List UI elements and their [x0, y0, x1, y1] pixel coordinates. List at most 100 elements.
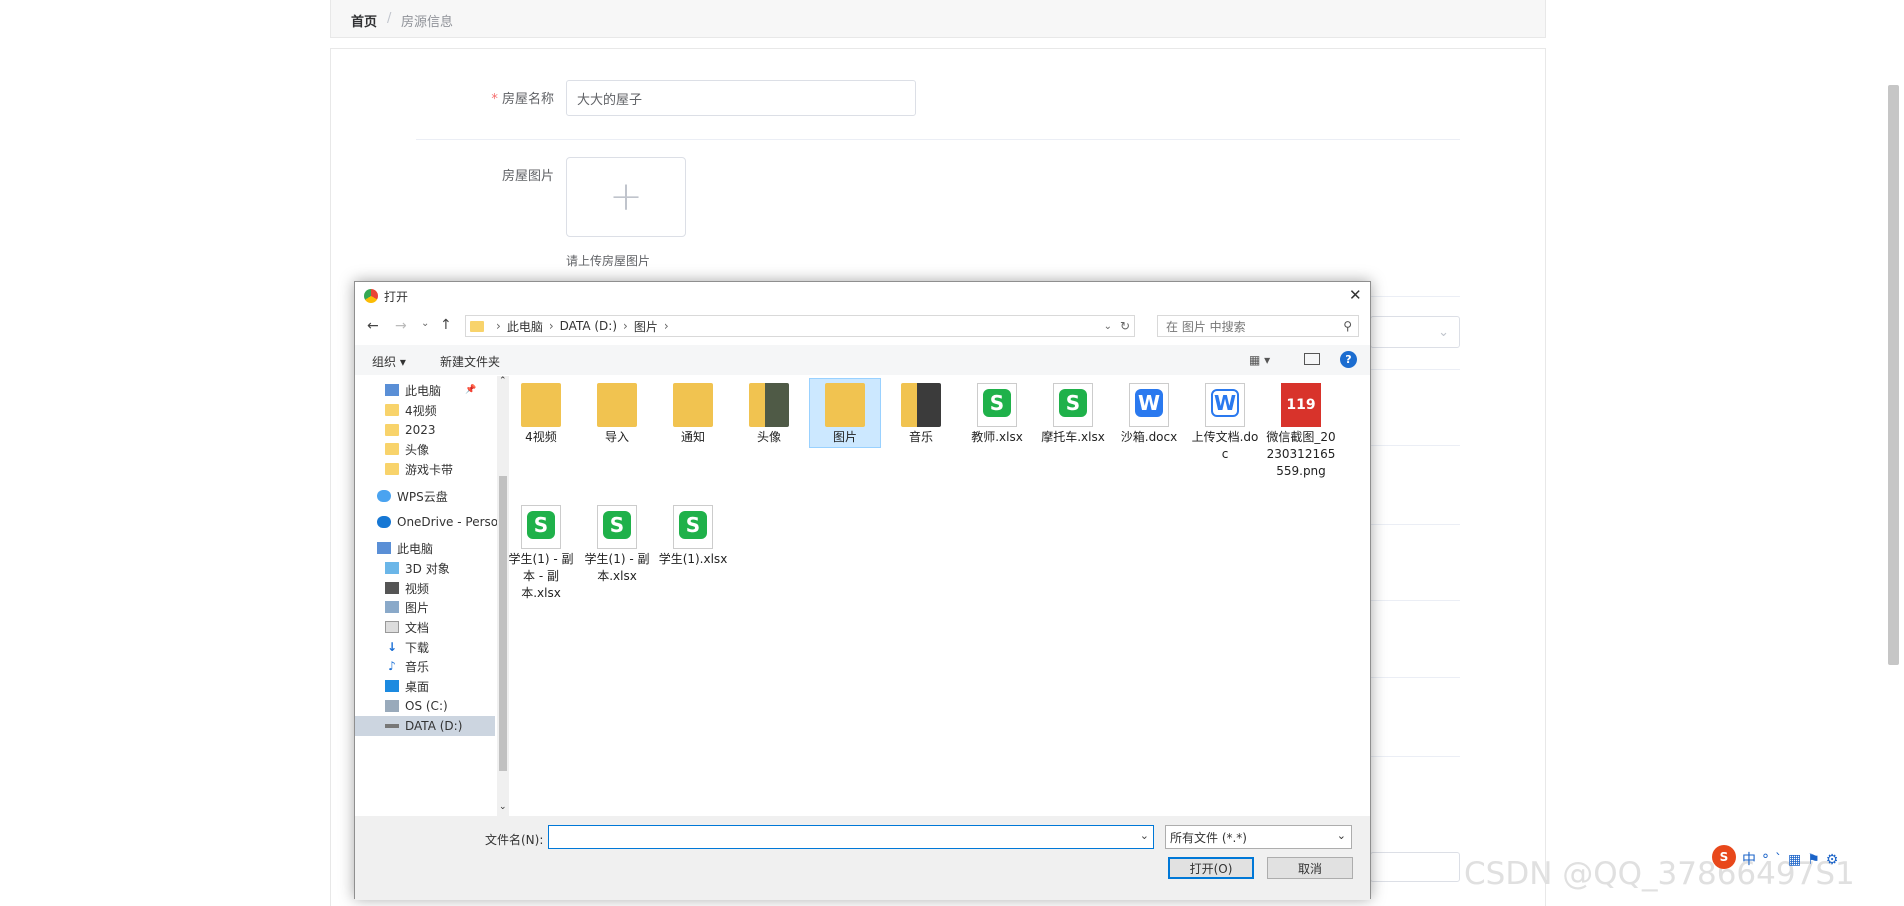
- xlsx-icon: S: [977, 383, 1017, 427]
- folder-icon: [749, 383, 789, 427]
- nav-item-pictures[interactable]: 图片: [385, 597, 429, 617]
- doc-icon: W: [1205, 383, 1245, 427]
- sogou-ime-icon[interactable]: S: [1712, 845, 1736, 869]
- path-segment[interactable]: 图片: [634, 318, 658, 335]
- nav-item-folder[interactable]: 4视频: [385, 400, 437, 420]
- breadcrumb-current: 房源信息: [401, 15, 454, 30]
- folder-icon: [385, 463, 399, 475]
- filename-dropdown-icon[interactable]: ⌄: [1140, 829, 1149, 842]
- filename-input[interactable]: ⌄: [548, 825, 1154, 849]
- file-item-xlsx[interactable]: S 摩托车.xlsx: [1037, 379, 1109, 446]
- bottom-input[interactable]: [1370, 852, 1460, 882]
- nav-item-videos[interactable]: 视频: [385, 578, 429, 598]
- file-item-xlsx[interactable]: S 学生(1) - 副本.xlsx: [581, 501, 653, 585]
- form-divider: [416, 139, 1460, 140]
- folder-icon: [825, 383, 865, 427]
- folder-icon: [597, 383, 637, 427]
- file-item-folder[interactable]: 通知: [657, 379, 729, 446]
- path-segment[interactable]: DATA (D:): [560, 319, 617, 333]
- file-item-xlsx[interactable]: S 教师.xlsx: [961, 379, 1033, 446]
- nav-item-drive-d[interactable]: DATA (D:): [355, 716, 495, 736]
- nav-item-this-pc[interactable]: 此电脑: [377, 538, 433, 558]
- pc-icon: [377, 542, 391, 554]
- xlsx-icon: S: [597, 505, 637, 549]
- file-item-xlsx[interactable]: S 学生(1).xlsx: [657, 501, 729, 568]
- search-icon: ⚲: [1343, 319, 1352, 333]
- folder-icon: [521, 383, 561, 427]
- drive-icon: [385, 724, 399, 728]
- path-dropdown-icon[interactable]: ⌄: [1104, 321, 1112, 332]
- dialog-titlebar[interactable]: 打开 ✕: [355, 282, 1370, 310]
- nav-item-wps-cloud[interactable]: WPS云盘: [377, 486, 448, 506]
- help-icon[interactable]: ?: [1340, 351, 1357, 368]
- select-chevron-icon[interactable]: ⌄: [1370, 316, 1460, 348]
- address-bar[interactable]: › 此电脑 › DATA (D:) › 图片 › ⌄ ↻: [465, 315, 1135, 337]
- nav-item-3d-objects[interactable]: 3D 对象: [385, 558, 450, 578]
- close-icon[interactable]: ✕: [1349, 286, 1362, 304]
- pin-icon: 📌: [465, 385, 477, 395]
- folder-icon: [385, 424, 399, 436]
- organize-menu[interactable]: 组织 ▾: [372, 353, 406, 370]
- nav-item-this-pc[interactable]: 此电脑 📌: [385, 380, 476, 400]
- path-segment[interactable]: 此电脑: [507, 318, 543, 335]
- file-item-docx[interactable]: W 沙箱.docx: [1113, 379, 1185, 446]
- nav-item-drive-c[interactable]: OS (C:): [385, 696, 448, 716]
- nav-item-music[interactable]: ♪ 音乐: [385, 656, 429, 676]
- filename-label: 文件名(N):: [485, 833, 544, 847]
- file-item-doc[interactable]: W 上传文档.doc: [1189, 379, 1261, 463]
- folder-icon: [673, 383, 713, 427]
- desktop-icon: [385, 680, 399, 692]
- folder-icon: [385, 443, 399, 455]
- back-arrow-icon[interactable]: ←: [367, 318, 379, 334]
- up-arrow-icon[interactable]: ↑: [440, 317, 452, 333]
- dialog-title: 打开: [384, 290, 409, 304]
- cloud-icon: [377, 490, 391, 502]
- preview-pane-icon[interactable]: [1304, 353, 1320, 365]
- house-name-label: * 房屋名称: [491, 92, 554, 107]
- refresh-icon[interactable]: ↻: [1120, 319, 1130, 333]
- nav-item-onedrive[interactable]: OneDrive - Perso: [377, 512, 498, 532]
- upload-image-button[interactable]: +: [566, 157, 686, 237]
- folder-icon: [385, 404, 399, 416]
- breadcrumb-home[interactable]: 首页: [351, 11, 377, 30]
- file-item-folder[interactable]: 4视频: [505, 379, 577, 446]
- docx-icon: W: [1129, 383, 1169, 427]
- drive-icon: [385, 700, 399, 712]
- open-file-dialog: 打开 ✕ ← → ⌄ ↑ › 此电脑 › DATA (D:) › 图片 › ⌄ …: [354, 281, 1371, 900]
- ime-tools-icon[interactable]: 中°ˋ▦⚑⚙: [1742, 849, 1844, 869]
- file-item-xlsx[interactable]: S 学生(1) - 副本 - 副本.xlsx: [505, 501, 577, 602]
- file-item-png[interactable]: 119 微信截图_20230312165559.png: [1265, 379, 1337, 480]
- file-item-folder[interactable]: 头像: [733, 379, 805, 446]
- cancel-button[interactable]: 取消: [1267, 857, 1353, 879]
- file-list: 4视频 导入 通知 头像 图片 音乐 S 教师.xlsx S 摩托车.xlsx W沙…: [498, 376, 1370, 816]
- new-folder-button[interactable]: 新建文件夹: [440, 353, 500, 370]
- house-name-input[interactable]: 大大的屋子: [566, 80, 916, 116]
- nav-item-folder[interactable]: 2023: [385, 420, 436, 440]
- page-scrollbar[interactable]: [1888, 85, 1899, 665]
- view-options-icon[interactable]: ▦ ▾: [1249, 353, 1270, 367]
- open-button[interactable]: 打开(O): [1168, 857, 1254, 879]
- breadcrumb-separator: /: [387, 11, 392, 26]
- filetype-select[interactable]: 所有文件 (*.*) ⌄: [1165, 825, 1352, 849]
- navigation-pane: 此电脑 📌 4视频 2023 头像 游戏卡带 WPS云盘 OneDrive - P…: [355, 376, 498, 816]
- nav-item-documents[interactable]: 文档: [385, 617, 429, 637]
- nav-item-desktop[interactable]: 桌面: [385, 676, 429, 696]
- forward-arrow-icon[interactable]: →: [395, 318, 407, 334]
- nav-item-folder[interactable]: 游戏卡带: [385, 459, 453, 479]
- folder-icon: [901, 383, 941, 427]
- nav-item-folder[interactable]: 头像: [385, 439, 429, 459]
- file-item-folder-selected[interactable]: 图片: [809, 378, 881, 448]
- file-item-folder[interactable]: 导入: [581, 379, 653, 446]
- filetype-dropdown-icon: ⌄: [1336, 829, 1346, 842]
- recent-chevron-icon[interactable]: ⌄: [421, 318, 429, 329]
- ime-toolbar[interactable]: S 中°ˋ▦⚑⚙: [1712, 845, 1892, 871]
- xlsx-icon: S: [673, 505, 713, 549]
- xlsx-icon: S: [1053, 383, 1093, 427]
- pc-icon: [385, 384, 399, 396]
- nav-item-downloads[interactable]: ↓ 下载: [385, 637, 429, 657]
- picture-icon: [385, 601, 399, 613]
- search-input[interactable]: 在 图片 中搜索 ⚲: [1157, 315, 1359, 337]
- dialog-footer: 文件名(N): ⌄ 所有文件 (*.*) ⌄ 打开(O) 取消: [355, 816, 1370, 900]
- house-image-label: 房屋图片: [501, 169, 554, 184]
- file-item-folder[interactable]: 音乐: [885, 379, 957, 446]
